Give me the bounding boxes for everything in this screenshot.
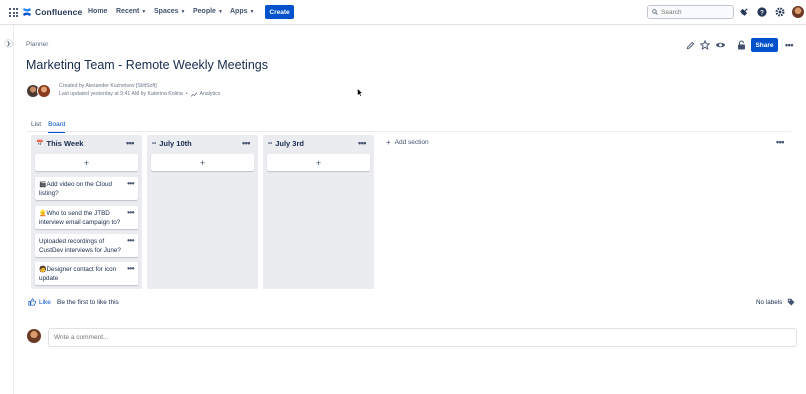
comment-input[interactable] xyxy=(54,334,754,341)
column-header[interactable]: •• July 10th xyxy=(152,139,192,148)
confluence-icon xyxy=(23,8,31,16)
top-navigation: Confluence Home Recent ▼ Spaces ▼ People… xyxy=(0,0,806,25)
chevron-down-icon: ▼ xyxy=(141,8,147,15)
comment-field[interactable] xyxy=(48,328,797,347)
drag-handle-icon: •• xyxy=(152,140,157,147)
like-label: Like xyxy=(39,298,51,306)
nav-home[interactable]: Home xyxy=(88,8,107,15)
column-header[interactable]: 📅 This Week xyxy=(36,139,83,148)
chevron-right-icon: ❯ xyxy=(6,40,11,47)
column-header[interactable]: •• July 3rd xyxy=(268,139,304,148)
column-more-icon[interactable]: ••• xyxy=(126,138,134,148)
nav-recent[interactable]: Recent ▼ xyxy=(116,8,146,15)
drag-handle-icon: •• xyxy=(268,140,273,147)
nav-home-label: Home xyxy=(88,8,108,15)
search-input[interactable] xyxy=(661,8,731,16)
analytics-link[interactable]: Analytics xyxy=(200,91,221,97)
add-card-button[interactable]: + xyxy=(151,154,254,171)
card[interactable]: Uploaded recordings of CustDev interview… xyxy=(35,234,138,257)
board-more-icon[interactable]: ••• xyxy=(776,137,784,147)
plus-icon: + xyxy=(386,138,391,147)
add-section-label: Add section xyxy=(394,139,429,146)
last-updated-text[interactable]: Last updated yesterday at 9:41 AM by Kat… xyxy=(59,91,183,97)
svg-text:?: ? xyxy=(760,9,764,16)
nav-apps[interactable]: Apps ▼ xyxy=(230,8,254,15)
sidebar-rail xyxy=(0,25,14,394)
add-section-button[interactable]: + Add section xyxy=(386,138,429,147)
search-icon xyxy=(652,9,658,15)
chevron-down-icon: ▼ xyxy=(249,8,255,15)
notifications-icon[interactable] xyxy=(739,6,750,17)
thumbs-up-icon xyxy=(28,298,36,306)
card[interactable]: 👱Who to send the JTBD interview email ca… xyxy=(35,206,138,229)
nav-apps-label: Apps xyxy=(230,8,248,15)
star-icon[interactable] xyxy=(699,39,711,51)
nav-spaces[interactable]: Spaces ▼ xyxy=(154,8,185,15)
card-text: 👱Who to send the JTBD interview email ca… xyxy=(39,210,121,226)
settings-icon[interactable] xyxy=(774,6,785,17)
column-title: July 3rd xyxy=(275,139,304,148)
nav-people[interactable]: People ▼ xyxy=(193,8,223,15)
app-switcher-icon[interactable] xyxy=(9,8,18,17)
help-icon[interactable]: ? xyxy=(756,6,767,17)
contributor-avatar[interactable] xyxy=(37,84,51,98)
column-more-icon[interactable]: ••• xyxy=(242,138,250,148)
restrictions-icon[interactable] xyxy=(735,39,747,51)
card-text: Uploaded recordings of CustDev interview… xyxy=(39,238,121,254)
like-button[interactable]: Like xyxy=(28,298,51,306)
card-more-icon[interactable]: ••• xyxy=(127,236,134,245)
column-title: This Week xyxy=(46,139,84,148)
nav-recent-label: Recent xyxy=(116,8,140,15)
tabs-divider xyxy=(26,131,791,132)
last-updated-row: Last updated yesterday at 9:41 AM by Kat… xyxy=(59,91,220,97)
brand-name: Confluence xyxy=(35,7,83,17)
confluence-logo[interactable]: Confluence xyxy=(22,7,82,17)
search-field[interactable] xyxy=(647,5,734,19)
analytics-icon xyxy=(190,91,197,97)
board-column-this-week: 📅 This Week ••• + 🎬Add video on the Clou… xyxy=(31,135,142,289)
commenter-avatar xyxy=(27,329,41,343)
breadcrumb[interactable]: Planner xyxy=(26,41,48,48)
card-more-icon[interactable]: ••• xyxy=(127,264,134,273)
created-by-text: Created by Alexander Kuznetsov [StiltSof… xyxy=(59,83,157,89)
chevron-down-icon: ▼ xyxy=(180,8,186,15)
user-avatar[interactable] xyxy=(792,6,804,18)
board-column-july-10th: •• July 10th ••• + xyxy=(147,135,258,289)
card-more-icon[interactable]: ••• xyxy=(127,179,134,188)
likes-summary: Be the first to like this xyxy=(57,299,119,306)
card[interactable]: 🎬Add video on the Cloud listing? ••• xyxy=(35,177,138,200)
calendar-icon: 📅 xyxy=(36,141,44,147)
page-title: Marketing Team - Remote Weekly Meetings xyxy=(26,58,268,72)
card-more-icon[interactable]: ••• xyxy=(127,208,134,217)
mouse-cursor-icon xyxy=(357,88,363,97)
more-actions-icon[interactable]: ••• xyxy=(783,38,795,52)
share-button[interactable]: Share xyxy=(751,38,778,52)
create-button[interactable]: Create xyxy=(265,5,294,19)
card-text: 🎬Add video on the Cloud listing? xyxy=(39,181,112,197)
label-tag-icon[interactable] xyxy=(787,298,795,306)
labels-text: No labels xyxy=(756,298,783,306)
nav-spaces-label: Spaces xyxy=(154,8,179,15)
chevron-down-icon: ▼ xyxy=(217,8,223,15)
card-text: 🧑Designer contact for icon update xyxy=(39,266,117,282)
nav-people-label: People xyxy=(193,8,216,15)
labels-section: No labels xyxy=(756,298,795,306)
separator-dot: • xyxy=(185,91,188,97)
board-column-july-3rd: •• July 3rd ••• + xyxy=(263,135,374,289)
edit-icon[interactable] xyxy=(684,39,696,51)
column-title: July 10th xyxy=(159,139,192,148)
watch-icon[interactable] xyxy=(714,39,726,51)
add-card-button[interactable]: + xyxy=(35,154,138,171)
card[interactable]: 🧑Designer contact for icon update ••• xyxy=(35,262,138,285)
expand-sidebar-button[interactable]: ❯ xyxy=(4,39,13,48)
column-more-icon[interactable]: ••• xyxy=(358,138,366,148)
add-card-button[interactable]: + xyxy=(267,154,370,171)
